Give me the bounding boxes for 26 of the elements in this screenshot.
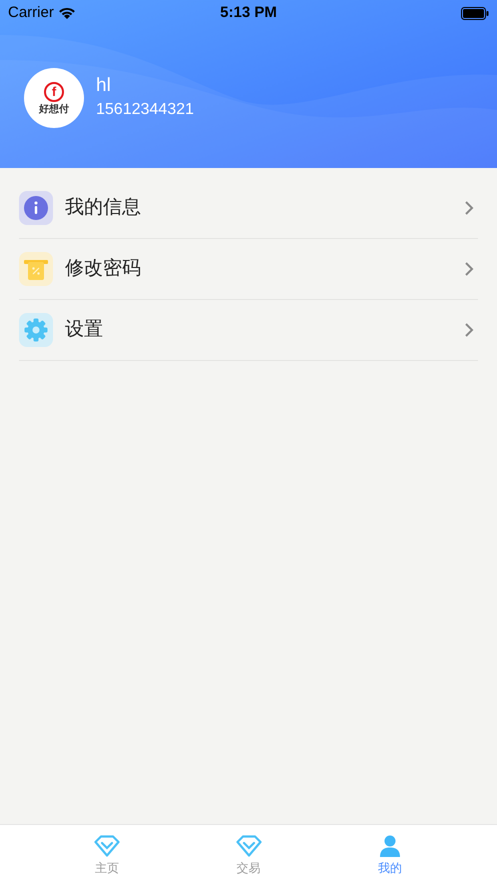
diamond-icon <box>94 835 120 857</box>
menu-item[interactable]: 我的信息 <box>19 178 478 239</box>
user-name: hl <box>96 74 112 98</box>
menu-label: 设置 <box>65 318 104 342</box>
menu-label: 修改密码 <box>65 256 142 281</box>
chevron-right-icon <box>464 322 474 338</box>
menu-item[interactable]: 设置 <box>19 300 478 361</box>
chevron-right-icon <box>464 261 474 277</box>
tab-label: 主页 <box>94 860 119 877</box>
receipt-icon <box>19 252 53 286</box>
battery-icon <box>461 6 489 20</box>
tab-label: 我的 <box>378 860 402 877</box>
logo-text: 好想付 <box>39 104 69 114</box>
phone-number: 15612344321 <box>96 100 194 120</box>
tab-label: 交易 <box>236 860 260 877</box>
menu-item[interactable]: 修改密码 <box>19 239 478 300</box>
clock-time: 5:13 PM <box>220 2 277 23</box>
menu-label: 我的信息 <box>65 196 142 220</box>
chevron-right-icon <box>464 200 474 216</box>
wifi-icon <box>58 6 76 20</box>
info-icon <box>19 191 53 225</box>
diamond-icon <box>236 835 262 857</box>
carrier-label: Carrier <box>8 2 54 23</box>
logo-mark: f <box>44 82 64 102</box>
gear-icon <box>19 313 53 347</box>
person-icon <box>379 835 402 857</box>
